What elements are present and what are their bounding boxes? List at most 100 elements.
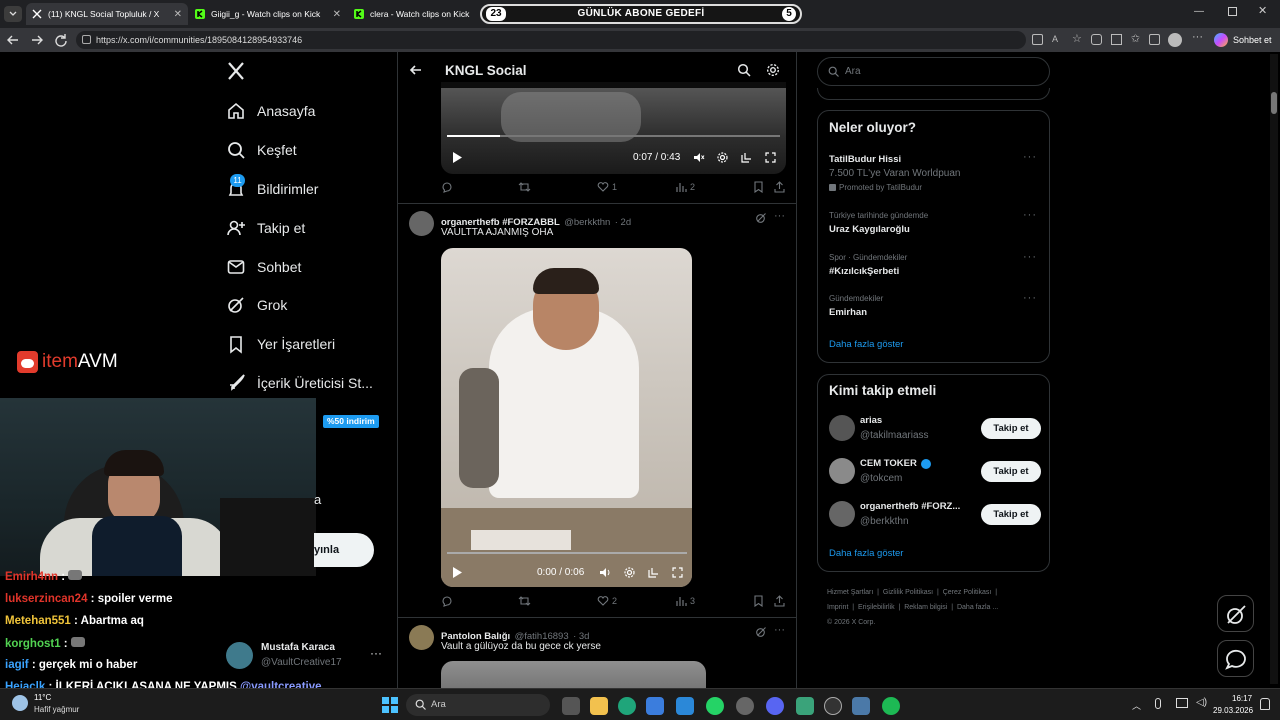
footer-link[interactable]: Erişilebilirlik	[858, 604, 895, 611]
repost-button[interactable]	[518, 181, 534, 193]
task-view-icon[interactable]	[562, 697, 580, 715]
repost-button[interactable]	[518, 595, 534, 607]
file-explorer-icon[interactable]	[590, 697, 608, 715]
app-icon[interactable]	[796, 697, 814, 715]
obs-icon[interactable]	[824, 697, 842, 715]
clock-date[interactable]: 29.03.2026	[1213, 706, 1253, 715]
more-icon[interactable]: ···	[774, 210, 785, 222]
maximize-button[interactable]	[1228, 7, 1237, 16]
post-avatar[interactable]	[409, 211, 434, 236]
favorites-bar-icon[interactable]: ✩	[1131, 34, 1140, 46]
play-icon[interactable]	[452, 152, 462, 163]
whatsapp-icon[interactable]	[706, 697, 724, 715]
footer-link[interactable]: Imprint	[827, 604, 848, 611]
weather-icon[interactable]	[12, 695, 28, 711]
post-button[interactable]: yınla	[314, 533, 374, 567]
back-arrow-icon[interactable]	[409, 63, 423, 77]
nav-item-home[interactable]: Anasayfa	[226, 98, 315, 124]
app-icon[interactable]	[736, 697, 754, 715]
settings-icon[interactable]	[852, 697, 870, 715]
show-more-suggestions-link[interactable]: Daha fazla göster	[829, 548, 903, 559]
nav-item-creator-studio[interactable]: İçerik Üreticisi St...	[226, 370, 373, 396]
bookmark-button[interactable]	[753, 181, 767, 193]
views-button[interactable]: 2	[675, 181, 695, 193]
fullscreen-icon[interactable]	[672, 567, 683, 578]
windows-start-icon[interactable]	[382, 697, 398, 713]
favorite-icon[interactable]: ☆	[1072, 34, 1082, 46]
discord-icon[interactable]	[766, 697, 784, 715]
photos-icon[interactable]	[676, 697, 694, 715]
minimize-button[interactable]: —	[1194, 6, 1208, 20]
like-button[interactable]: 1	[597, 181, 617, 193]
follow-suggestion[interactable]: organerthefb #FORZ... @berkkthn Takip et	[818, 497, 1049, 533]
post-media[interactable]	[441, 661, 706, 688]
follow-button[interactable]: Takip et	[981, 461, 1041, 482]
more-icon[interactable]: ···	[1023, 209, 1037, 221]
back-icon[interactable]	[6, 33, 20, 47]
post-avatar[interactable]	[409, 625, 434, 650]
scrollbar-thumb[interactable]	[1271, 92, 1277, 114]
reply-button[interactable]	[441, 595, 456, 607]
post-age[interactable]: · 2d	[615, 217, 631, 228]
video-player[interactable]: 0:07 / 0:43	[441, 82, 786, 174]
trend-item-promoted[interactable]: TatilBudur Hissi 7.500 TL'ye Varan World…	[818, 149, 1049, 197]
grok-icon[interactable]	[755, 626, 767, 638]
reader-icon[interactable]	[1032, 34, 1043, 45]
spotify-icon[interactable]	[882, 697, 900, 715]
site-info-icon[interactable]	[82, 35, 91, 44]
messages-float-button[interactable]	[1217, 640, 1254, 677]
extensions-icon[interactable]	[1090, 34, 1102, 45]
edge-icon[interactable]	[618, 697, 636, 715]
network-icon[interactable]	[1176, 698, 1188, 708]
follow-button[interactable]: Takip et	[981, 418, 1041, 439]
trend-item[interactable]: Gündemdekiler Emirhan ···	[818, 290, 1049, 324]
more-icon[interactable]: ···	[1023, 151, 1037, 163]
more-icon[interactable]: ···	[1023, 292, 1037, 304]
volume-icon[interactable]: ◁)	[1196, 697, 1207, 708]
search-icon[interactable]	[737, 63, 751, 77]
collections-icon[interactable]	[1149, 34, 1161, 45]
forward-icon[interactable]	[30, 33, 44, 47]
store-icon[interactable]	[646, 697, 664, 715]
follow-suggestion[interactable]: arias @takilmaariass Takip et	[818, 411, 1049, 447]
volume-icon[interactable]	[599, 567, 611, 578]
fullscreen-icon[interactable]	[765, 152, 776, 163]
settings-icon[interactable]	[717, 152, 728, 163]
clock-time[interactable]: 16:17	[1232, 694, 1252, 703]
profile-avatar[interactable]	[1168, 33, 1182, 47]
bookmark-button[interactable]	[753, 595, 767, 607]
footer-link[interactable]: Gizlilik Politikası	[883, 589, 933, 596]
share-button[interactable]	[774, 595, 788, 607]
trend-item[interactable]: Spor · Gündemdekiler #KızılcıkŞerbeti ··…	[818, 249, 1049, 283]
close-icon[interactable]: ✕	[333, 9, 341, 20]
grok-float-button[interactable]	[1217, 595, 1254, 632]
pip-icon[interactable]	[648, 567, 659, 578]
microphone-icon[interactable]	[1155, 698, 1161, 709]
nav-item-follow[interactable]: Takip et	[226, 215, 305, 241]
read-aloud-icon[interactable]: A	[1052, 34, 1063, 45]
nav-item-messages[interactable]: Sohbet	[226, 254, 301, 280]
nav-item-grok[interactable]: Grok	[226, 292, 287, 318]
follow-button[interactable]: Takip et	[981, 504, 1041, 525]
tab-giigii-kick[interactable]: Giigii_g - Watch clips on Kick ✕	[189, 3, 347, 25]
views-button[interactable]: 3	[675, 595, 695, 607]
account-switcher[interactable]: Mustafa Karaca @VaultCreative17 ···	[226, 640, 386, 674]
weather-text[interactable]: Hafif yağmur	[34, 705, 79, 714]
copilot-chat-button[interactable]: Sohbet et	[1214, 32, 1272, 48]
tray-chevron-icon[interactable]: ︿	[1132, 699, 1141, 712]
nav-item-explore[interactable]: Keşfet	[226, 137, 297, 163]
grok-icon[interactable]	[755, 212, 767, 224]
more-menu-icon[interactable]: ···	[1192, 31, 1203, 43]
show-more-trends-link[interactable]: Daha fazla göster	[829, 339, 903, 350]
settings-icon[interactable]	[624, 567, 635, 578]
more-icon[interactable]: ···	[774, 624, 785, 636]
post-author-handle[interactable]: @berkkthn	[564, 217, 610, 228]
tab-list-button[interactable]	[4, 6, 22, 22]
close-window-button[interactable]: ✕	[1258, 4, 1267, 17]
footer-link[interactable]: Çerez Politikası	[943, 589, 992, 596]
play-icon[interactable]	[452, 567, 462, 578]
search-input[interactable]: Ara	[817, 57, 1050, 86]
pip-icon[interactable]	[741, 152, 752, 163]
footer-link[interactable]: Reklam bilgisi	[904, 604, 947, 611]
video-progress-track[interactable]	[447, 135, 780, 137]
